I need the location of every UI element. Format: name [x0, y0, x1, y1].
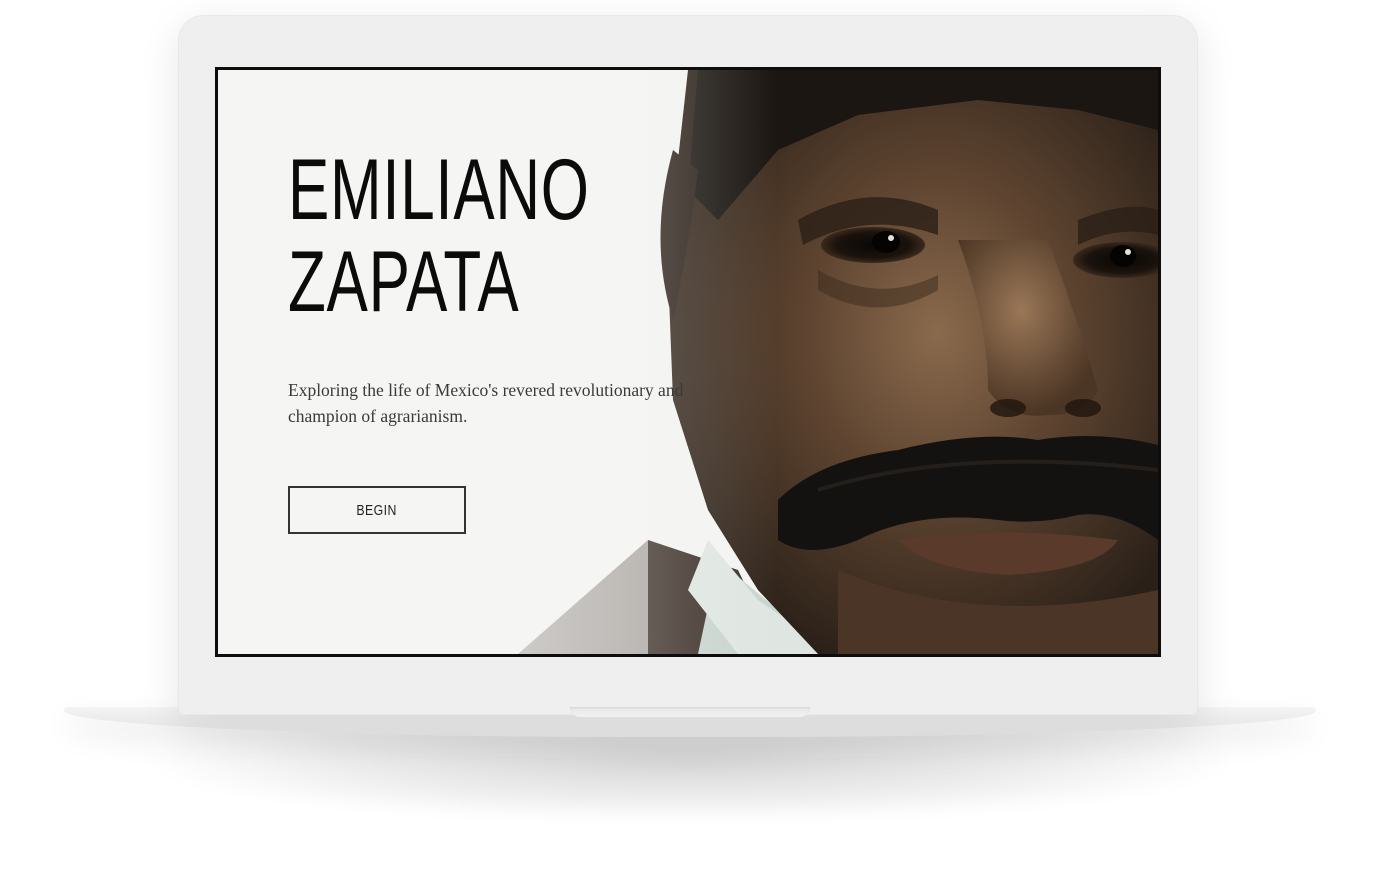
hero-title-block: EMILIANO ZAPATA: [288, 144, 708, 328]
laptop-base-notch: [570, 707, 810, 717]
hero-title-line-1: EMILIANO: [288, 142, 590, 238]
begin-button-label: BEGIN: [356, 501, 398, 519]
begin-button[interactable]: BEGIN: [288, 486, 466, 534]
laptop-mockup-scene: EMILIANO ZAPATA Exploring the life of Me…: [0, 0, 1380, 872]
hero-subtitle: Exploring the life of Mexico's revered r…: [288, 380, 684, 426]
laptop-screen: EMILIANO ZAPATA Exploring the life of Me…: [215, 67, 1161, 657]
hero-title: EMILIANO ZAPATA: [288, 144, 590, 328]
hero-title-line-2: ZAPATA: [288, 234, 520, 330]
